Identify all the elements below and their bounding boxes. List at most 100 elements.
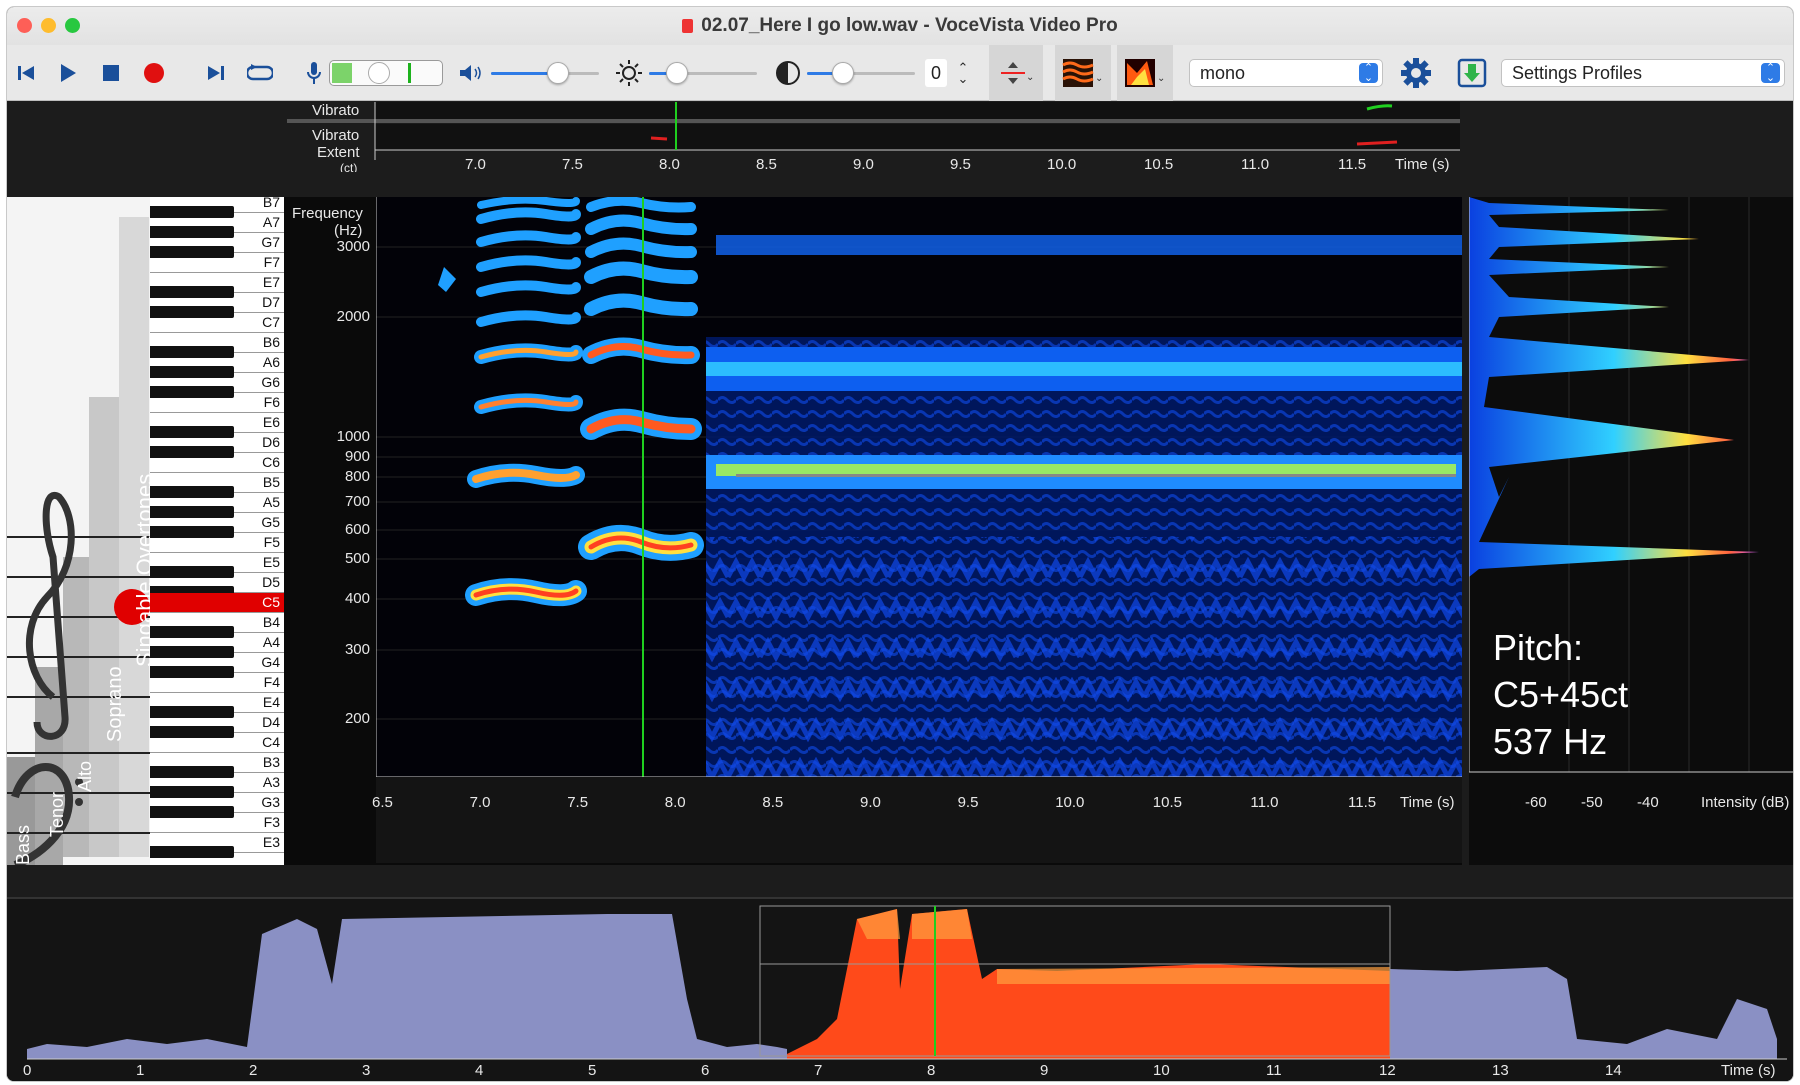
loop-button[interactable] bbox=[245, 45, 275, 101]
piano-key-label: F7 bbox=[263, 254, 280, 270]
piano-key-label: B4 bbox=[262, 614, 280, 630]
contrast-button[interactable] bbox=[773, 45, 803, 101]
export-button[interactable] bbox=[1454, 45, 1490, 101]
piano-keys[interactable]: B7 A7 G7 F7 E7 D7 C7 B6 A6 G6 F6 E6 D6 C6 B5 A5 G5 F5 E5 D5… bbox=[150, 197, 284, 865]
number-field[interactable]: 0 bbox=[925, 59, 947, 87]
overview-time-tick: 12 bbox=[1379, 1062, 1396, 1079]
frequency-tick: 500 bbox=[344, 550, 370, 567]
piano-black-key[interactable] bbox=[150, 846, 234, 858]
spectrogram-time-tick: 10.0 bbox=[1055, 794, 1085, 811]
intensity-tick: -40 bbox=[1637, 794, 1659, 811]
spectrum-slice-plot[interactable] bbox=[1469, 197, 1794, 865]
overview-time-tick: 10 bbox=[1153, 1062, 1170, 1079]
waveform-plot[interactable] bbox=[7, 899, 1794, 1082]
input-level-meter[interactable] bbox=[329, 60, 443, 86]
close-window-button[interactable] bbox=[17, 18, 32, 33]
input-level-marker bbox=[408, 63, 411, 83]
skip-forward-button[interactable] bbox=[203, 45, 229, 101]
piano-key-label: G3 bbox=[261, 794, 280, 810]
file-icon bbox=[682, 19, 694, 33]
piano-key-label: A7 bbox=[262, 214, 280, 230]
frequency-tick: 900 bbox=[344, 448, 370, 465]
intensity-tick: -60 bbox=[1525, 794, 1547, 811]
stop-button[interactable] bbox=[98, 45, 124, 101]
piano-key[interactable]: C4 bbox=[150, 733, 284, 753]
piano-key[interactable]: F3 bbox=[150, 813, 284, 833]
piano-key-label: F5 bbox=[263, 534, 280, 550]
piano-key-label: F3 bbox=[263, 814, 280, 830]
piano-key-label: D4 bbox=[262, 714, 280, 730]
channel-select[interactable]: mono ⌃ ⌄ bbox=[1189, 59, 1383, 87]
piano-key[interactable]: C7 bbox=[150, 313, 284, 333]
settings-button[interactable] bbox=[1398, 45, 1434, 101]
overview-time-tick: 3 bbox=[362, 1062, 371, 1079]
piano-key[interactable]: F5 bbox=[150, 533, 284, 553]
contrast-slider-knob[interactable] bbox=[832, 62, 854, 84]
record-button[interactable] bbox=[141, 45, 167, 101]
piano-key-label: E7 bbox=[262, 274, 280, 290]
waveform-overview[interactable]: 0 1 2 3 4 5 6 7 8 9 10 11 12 13 14 Time (s) bbox=[7, 897, 1794, 1082]
title-bar: 02.07_Here I go low.wav - VoceVista Vide… bbox=[7, 7, 1793, 45]
pitch-label: Pitch: bbox=[1493, 627, 1584, 668]
svg-text:⌄: ⌄ bbox=[1095, 73, 1103, 84]
spectrum-color-button[interactable]: ⌄ bbox=[1055, 45, 1111, 101]
frequency-axis-title: Frequency bbox=[292, 205, 363, 222]
overview-time-tick: 14 bbox=[1605, 1062, 1622, 1079]
brightness-slider-knob[interactable] bbox=[666, 62, 688, 84]
piano-key-label: A3 bbox=[262, 774, 280, 790]
intensity-axis-label: Intensity (dB) bbox=[1701, 794, 1790, 811]
piano-key-label: G4 bbox=[261, 654, 280, 670]
piano-key-label: G6 bbox=[261, 374, 280, 390]
overview-time-label: Time (s) bbox=[1721, 1062, 1776, 1079]
input-level-fill bbox=[332, 63, 352, 83]
maximize-window-button[interactable] bbox=[65, 18, 80, 33]
spectrogram-time-tick: 11.5 bbox=[1348, 794, 1377, 811]
skip-back-button[interactable] bbox=[13, 45, 39, 101]
settings-profiles-select[interactable]: Settings Profiles ⌃ ⌄ bbox=[1501, 59, 1785, 87]
vibrato-time-tick: 8.5 bbox=[756, 156, 777, 173]
center-button[interactable]: ⌄ bbox=[989, 45, 1043, 101]
vibrato-time-tick: 9.0 bbox=[853, 156, 874, 173]
frequency-tick: 800 bbox=[344, 468, 370, 485]
piano-key[interactable]: F4 bbox=[150, 673, 284, 693]
brightness-button[interactable] bbox=[614, 45, 644, 101]
spectrogram-time-tick: 8.5 bbox=[762, 794, 784, 811]
spectrogram-plot[interactable] bbox=[376, 197, 1462, 863]
overview-time-tick: 2 bbox=[249, 1062, 258, 1079]
bass-range-label: Bass bbox=[13, 824, 33, 865]
piano-key[interactable]: C5 bbox=[150, 593, 284, 613]
piano-key-label: C5 bbox=[262, 594, 280, 610]
microphone-button[interactable] bbox=[303, 45, 325, 101]
minimize-window-button[interactable] bbox=[41, 18, 56, 33]
piano-key-label: E4 bbox=[262, 694, 280, 710]
spectrum-mode-button[interactable]: ⌄ bbox=[1117, 45, 1173, 101]
spectrogram-time-label: Time (s) bbox=[1400, 794, 1455, 811]
number-stepper[interactable]: ⌃ ⌄ bbox=[950, 45, 976, 101]
window-title-text: 02.07_Here I go low.wav - VoceVista Vide… bbox=[701, 15, 1118, 36]
chevron-updown-icon: ⌃ ⌄ bbox=[1761, 63, 1780, 84]
overview-time-tick: 6 bbox=[701, 1062, 710, 1079]
piano-key-label: C4 bbox=[262, 734, 280, 750]
skip-forward-icon bbox=[208, 66, 224, 80]
piano-key[interactable]: F6 bbox=[150, 393, 284, 413]
piano-key[interactable]: C6 bbox=[150, 453, 284, 473]
speaker-button[interactable] bbox=[457, 45, 485, 101]
pitch-frequency-value: 537 Hz bbox=[1493, 721, 1608, 762]
overview-time-tick: 7 bbox=[814, 1062, 823, 1079]
overview-time-tick: 0 bbox=[23, 1062, 32, 1079]
vibrato-rate-label: Vibrato bbox=[312, 102, 360, 119]
intensity-tick: -50 bbox=[1581, 794, 1603, 811]
input-gain-knob[interactable] bbox=[368, 62, 390, 84]
piano-key[interactable]: F7 bbox=[150, 253, 284, 273]
piano-key-label: G5 bbox=[261, 514, 280, 530]
soprano-range-label: Soprano bbox=[104, 666, 126, 742]
piano-key-label: B5 bbox=[262, 474, 280, 490]
svg-text:⌄: ⌄ bbox=[1026, 72, 1033, 83]
overview-time-tick: 4 bbox=[475, 1062, 484, 1079]
frequency-tick: 700 bbox=[344, 493, 370, 510]
play-button[interactable] bbox=[55, 45, 81, 101]
vibrato-extent-label-1: Vibrato bbox=[312, 127, 360, 144]
piano-key-label: D6 bbox=[262, 434, 280, 450]
spectrogram-time-tick: 7.0 bbox=[469, 794, 491, 811]
volume-slider-knob[interactable] bbox=[547, 62, 569, 84]
